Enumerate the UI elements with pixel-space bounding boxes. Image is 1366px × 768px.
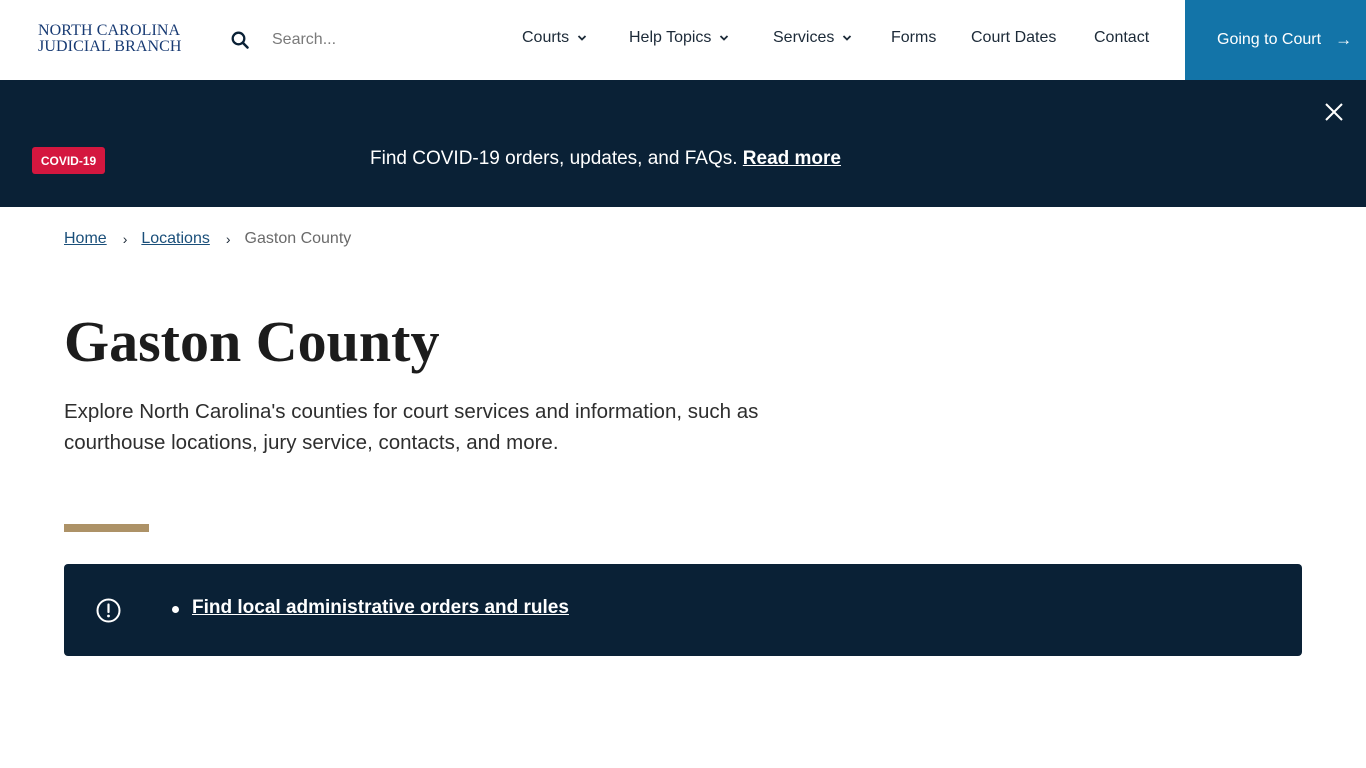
search-icon[interactable]: [231, 31, 249, 49]
chevron-down-icon: [720, 35, 729, 41]
logo-line-1: NORTH CAROLINA: [38, 22, 181, 39]
breadcrumb: Home › Locations › Gaston County: [64, 230, 351, 248]
covid-message: Find COVID-19 orders, updates, and FAQs.…: [370, 148, 841, 170]
arrow-right-icon: →: [1335, 30, 1353, 49]
accent-divider: [64, 524, 149, 532]
nav-item-court-dates[interactable]: Court Dates: [971, 29, 1056, 47]
page-intro: Explore North Carolina's counties for co…: [64, 400, 759, 454]
bullet-icon: [172, 606, 179, 613]
nav-item-label: Services: [773, 29, 835, 46]
breadcrumb-home[interactable]: Home: [64, 230, 107, 248]
nav-item-label: Court Dates: [971, 29, 1057, 46]
breadcrumb-current: Gaston County: [244, 230, 352, 247]
search-input[interactable]: [264, 24, 464, 56]
close-icon[interactable]: [1324, 102, 1344, 122]
local-orders-link[interactable]: Find local administrative orders and rul…: [192, 597, 569, 618]
page-title: Gaston County: [64, 309, 440, 374]
alert-links: Find local administrative orders and rul…: [172, 597, 569, 619]
covid-badge: COVID-19: [32, 147, 105, 174]
chevron-right-icon: ›: [122, 231, 128, 247]
chevron-down-icon: [843, 35, 852, 41]
exclamation-circle-icon: [96, 598, 121, 623]
chevron-down-icon: [577, 35, 587, 41]
alert-box: Find local administrative orders and rul…: [64, 564, 1302, 656]
site-logo[interactable]: NORTH CAROLINA JUDICIAL BRANCH: [38, 23, 182, 55]
nav-item-label: Forms: [891, 29, 937, 46]
going-to-court-label: Going to Court: [1217, 31, 1322, 48]
nav-item-courts[interactable]: Courts: [522, 29, 587, 47]
nav-item-services[interactable]: Services: [773, 29, 852, 47]
nav-item-help-topics[interactable]: Help Topics: [629, 29, 729, 47]
nav-item-label: Courts: [522, 29, 570, 46]
nav-item-forms[interactable]: Forms: [891, 29, 936, 47]
site-header: NORTH CAROLINA JUDICIAL BRANCH Courts He…: [0, 0, 1366, 80]
breadcrumb-locations[interactable]: Locations: [141, 230, 210, 248]
read-more-link[interactable]: Read more: [743, 148, 841, 169]
covid-message-text: Find COVID-19 orders, updates, and FAQs.: [370, 148, 738, 169]
covid-banner: COVID-19 Find COVID-19 orders, updates, …: [0, 80, 1366, 207]
chevron-right-icon: ›: [225, 231, 231, 247]
logo-line-2: JUDICIAL BRANCH: [38, 38, 182, 55]
nav-item-label: Contact: [1094, 29, 1150, 46]
going-to-court-button[interactable]: Going to Court →: [1185, 0, 1366, 80]
nav-item-contact[interactable]: Contact: [1094, 29, 1149, 47]
alert-link-item: Find local administrative orders and rul…: [172, 597, 569, 619]
nav-item-label: Help Topics: [629, 29, 712, 46]
